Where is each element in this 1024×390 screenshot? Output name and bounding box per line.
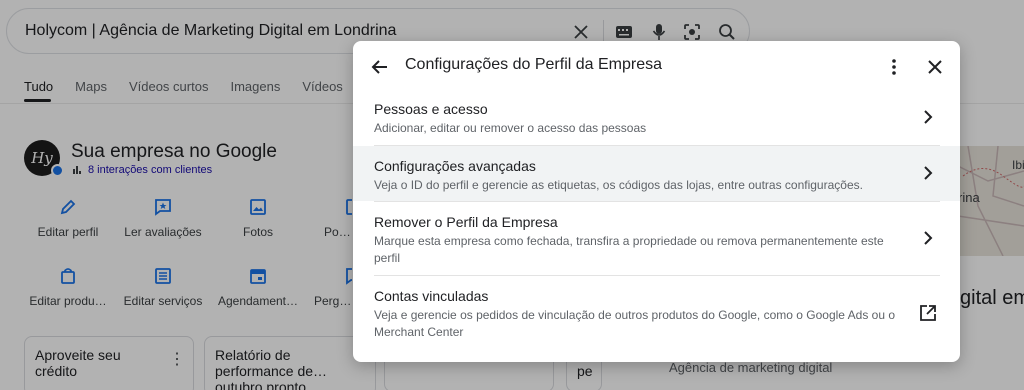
back-arrow-icon[interactable] xyxy=(368,55,392,79)
settings-row-linked-accounts[interactable]: Contas vinculadas Veja e gerencie os ped… xyxy=(353,276,960,356)
row-description: Marque esta empresa como fechada, transf… xyxy=(374,234,884,265)
settings-row-remove-profile[interactable]: Remover o Perfil da Empresa Marque esta … xyxy=(353,202,960,275)
row-description: Veja e gerencie os pedidos de vinculação… xyxy=(374,308,896,339)
row-title: Pessoas e acesso xyxy=(374,101,488,117)
more-vert-icon[interactable] xyxy=(882,55,906,79)
row-title: Configurações avançadas xyxy=(374,158,536,174)
row-description: Adicionar, editar ou remover o acesso da… xyxy=(374,121,647,135)
open-in-new-icon xyxy=(920,305,936,321)
settings-row-people-access[interactable]: Pessoas e acesso Adicionar, editar ou re… xyxy=(353,91,960,145)
row-description: Veja o ID do perfil e gerencie as etique… xyxy=(374,178,863,192)
chevron-right-icon xyxy=(924,110,933,124)
chevron-right-icon xyxy=(924,166,933,180)
row-title: Contas vinculadas xyxy=(374,288,489,304)
row-title: Remover o Perfil da Empresa xyxy=(374,214,558,230)
close-icon[interactable] xyxy=(923,55,947,79)
dialog-title: Configurações do Perfil da Empresa xyxy=(405,56,663,73)
settings-row-advanced[interactable]: Configurações avançadas Veja o ID do per… xyxy=(353,146,960,201)
chevron-right-icon xyxy=(924,231,933,245)
business-profile-settings-dialog: Configurações do Perfil da Empresa Pesso… xyxy=(353,41,960,362)
